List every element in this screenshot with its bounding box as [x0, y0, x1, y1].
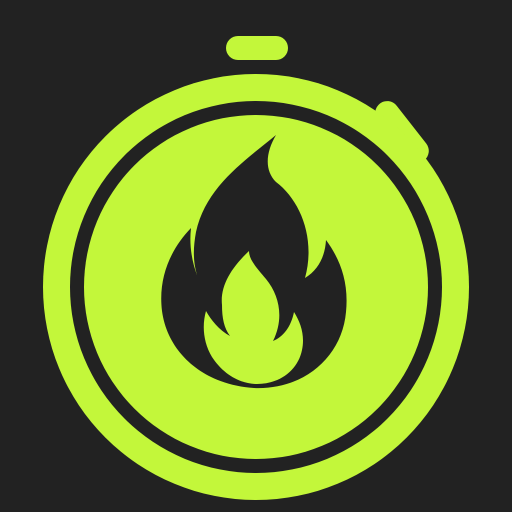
stopwatch-fire-icon: [0, 0, 512, 512]
app-icon: [0, 0, 512, 512]
stopwatch-crown: [226, 36, 288, 60]
